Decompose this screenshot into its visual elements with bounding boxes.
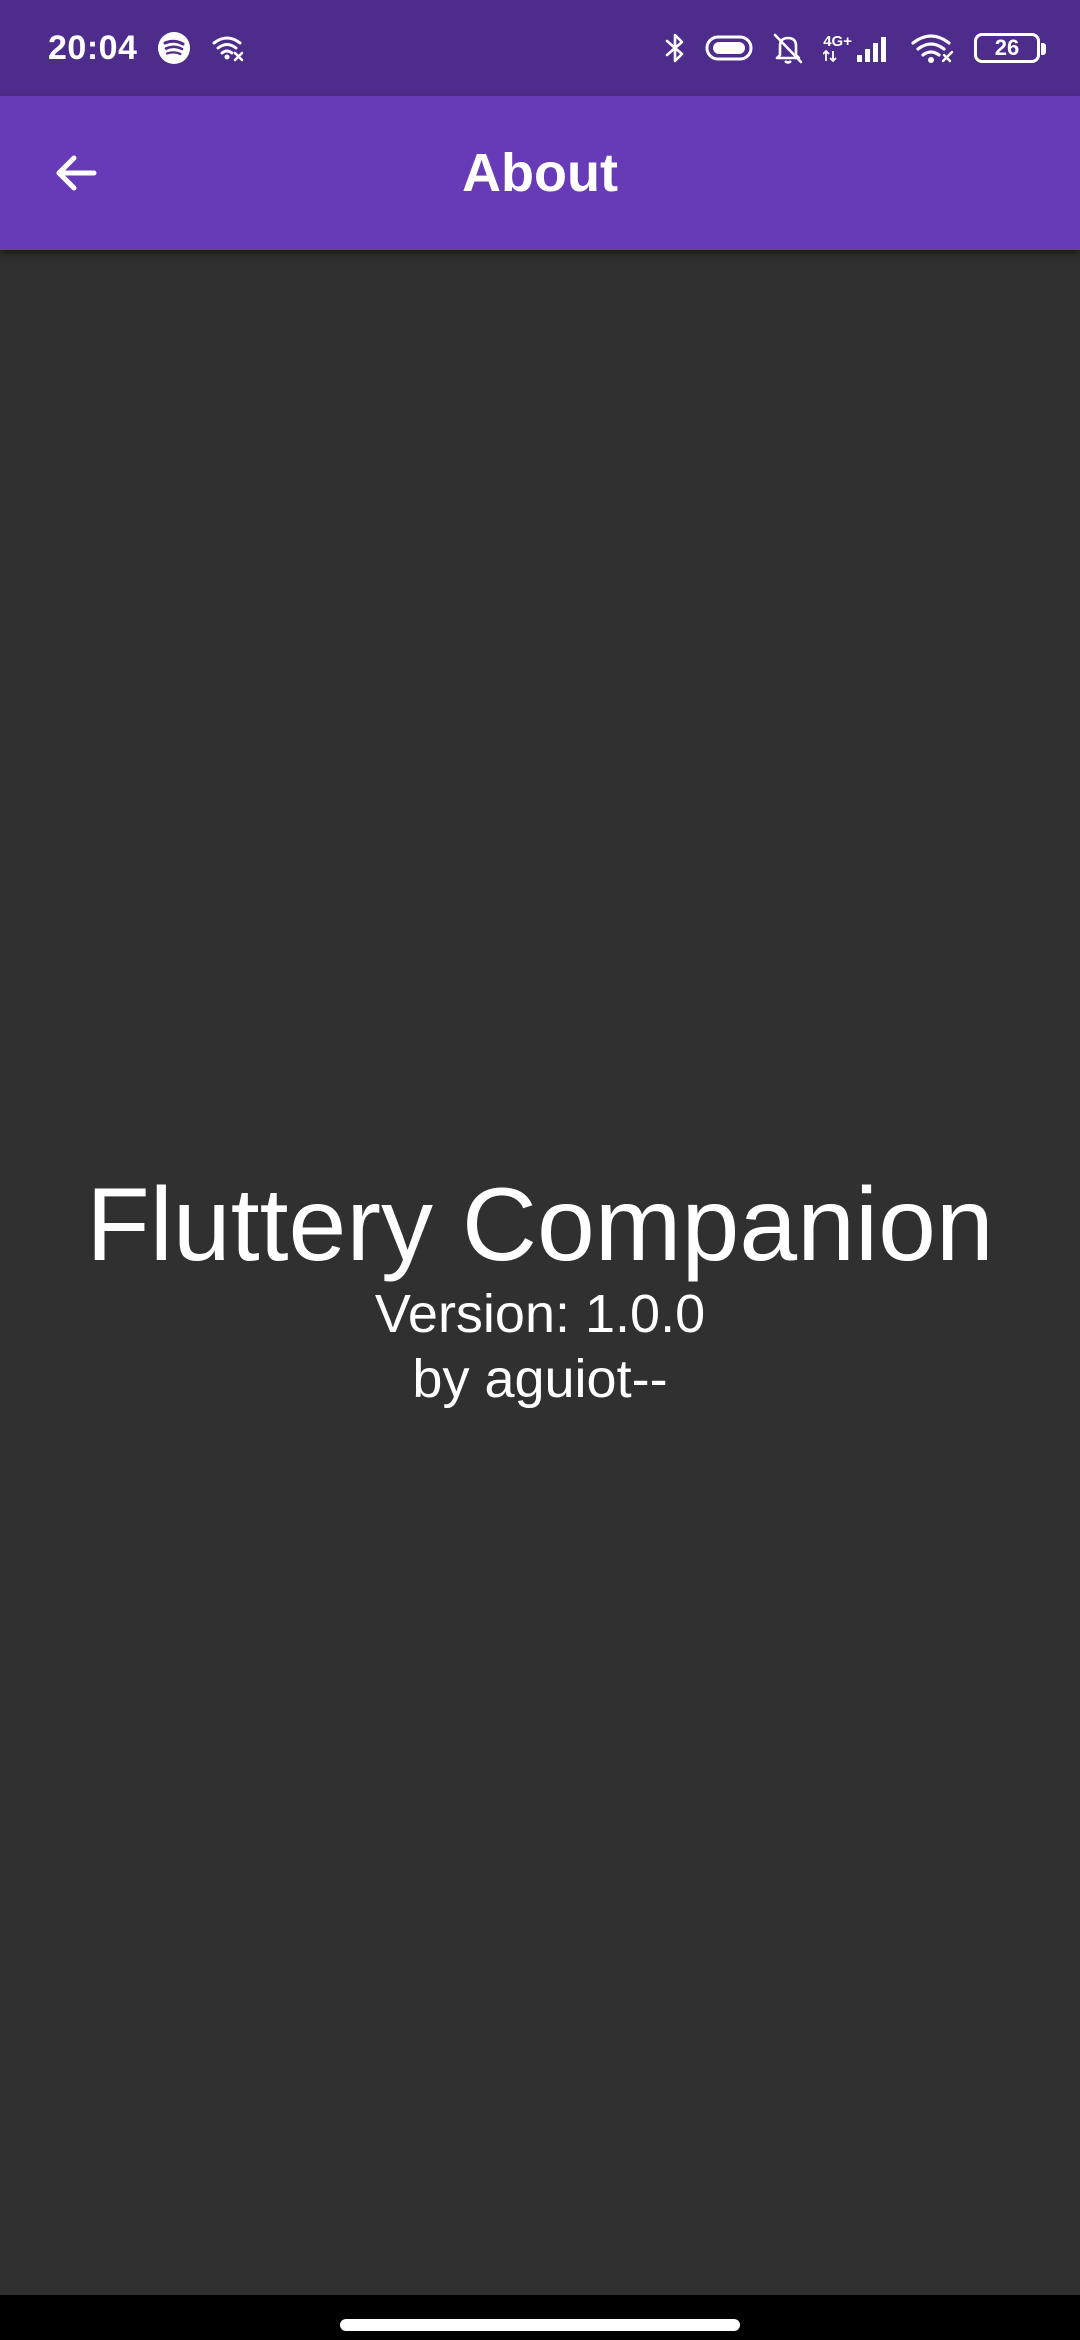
vpn-icon <box>705 33 753 63</box>
spotify-icon <box>157 31 191 65</box>
version-text: Version: 1.0.0 <box>374 1283 706 1344</box>
home-indicator[interactable] <box>340 2319 740 2331</box>
app-name: Fluttery Companion <box>86 1166 994 1283</box>
status-left: 20:04 <box>48 29 245 68</box>
notifications-off-icon <box>771 31 805 65</box>
battery-icon: 26 <box>974 33 1046 63</box>
about-block: Fluttery Companion Version: 1.0.0 by agu… <box>86 1166 994 1412</box>
page-title: About <box>462 143 618 203</box>
battery-level: 26 <box>994 35 1020 60</box>
wifi-calling-icon <box>211 33 245 63</box>
about-content: Fluttery Companion Version: 1.0.0 by agu… <box>0 250 1080 2295</box>
app-bar: About <box>0 96 1080 250</box>
navigation-bar <box>0 2295 1080 2340</box>
signal-icon: 4G+ <box>823 33 892 63</box>
network-type-label: 4G+ <box>823 32 852 50</box>
status-bar: 20:04 4G+ 26 <box>0 0 1080 96</box>
status-time: 20:04 <box>48 28 138 67</box>
status-right: 4G+ 26 <box>663 31 1046 65</box>
bluetooth-icon <box>663 31 687 65</box>
wifi-icon <box>910 31 956 65</box>
author-text: by aguiot-- <box>412 1348 668 1409</box>
